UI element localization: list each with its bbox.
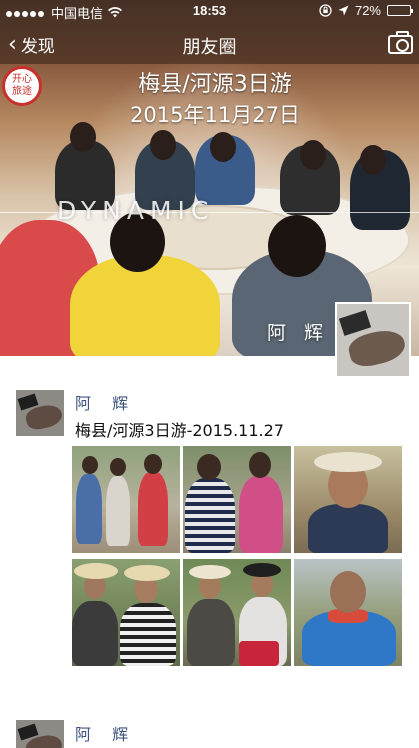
avatar-face-shape: [345, 325, 409, 371]
photo-figure: [120, 603, 176, 666]
battery-percent: 72%: [354, 3, 381, 18]
rotation-lock-icon: [319, 4, 332, 17]
cover-head: [70, 122, 96, 152]
photo-thumbnail[interactable]: [72, 446, 180, 553]
photo-figure: [72, 601, 118, 666]
photo-figure: [239, 476, 283, 553]
photo-thumbnail[interactable]: [183, 559, 291, 666]
cover-head: [210, 132, 236, 162]
overlay-text: DYNAMIC: [57, 196, 215, 225]
photo-thumbnail[interactable]: [72, 559, 180, 666]
photo-hat: [124, 565, 170, 581]
photo-thumbnail[interactable]: [294, 446, 402, 553]
post-author-name[interactable]: 阿 辉: [75, 721, 136, 745]
camera-icon[interactable]: [388, 31, 413, 54]
photo-figure: [187, 599, 235, 666]
status-bar: 中国电信 18:53 72%: [0, 0, 419, 22]
photo-thumbnail[interactable]: [294, 559, 402, 666]
cover-head: [268, 215, 326, 277]
cover-head: [300, 140, 326, 170]
photo-bag: [239, 641, 279, 666]
photo-grid: [72, 446, 403, 666]
avatar-card-shape: [338, 310, 372, 336]
photo-hat: [189, 565, 231, 579]
stamp-line2: 旅途: [12, 86, 32, 97]
photo-figure: [185, 478, 235, 553]
cover-avatar[interactable]: [335, 302, 411, 378]
post-avatar[interactable]: [16, 720, 64, 748]
stamp-line1: 开心: [12, 74, 32, 85]
photo-hat: [74, 563, 118, 579]
photo-head: [197, 454, 221, 480]
photo-figure: [106, 476, 130, 546]
location-arrow-icon: [338, 5, 349, 16]
cover-title-line1: 梅县/河源3日游: [138, 72, 292, 97]
cover-head: [150, 130, 176, 160]
cover-user-name[interactable]: 阿 辉: [267, 318, 329, 345]
photo-head: [330, 571, 366, 613]
photo-head: [82, 456, 98, 474]
battery-icon: [387, 5, 413, 16]
post-text: 梅县/河源3日游-2015.11.27: [75, 421, 284, 440]
cover-head: [360, 145, 386, 175]
photo-thumbnail[interactable]: [183, 446, 291, 553]
happy-trip-stamp: 开心 旅途: [2, 66, 42, 106]
photo-figure: [138, 472, 168, 546]
cover-title: 梅县/河源3日游 2015年11月27日: [95, 70, 335, 130]
post-author-name[interactable]: 阿 辉: [75, 390, 136, 414]
photo-head: [144, 454, 162, 474]
post-avatar[interactable]: [16, 390, 64, 436]
photo-figure: [76, 474, 102, 544]
photo-figure: [308, 504, 388, 553]
cover-title-line2: 2015年11月27日: [130, 103, 300, 127]
page-title: 朋友圈: [182, 37, 237, 58]
photo-hat: [314, 452, 382, 472]
photo-head: [249, 452, 271, 478]
photo-hat: [243, 563, 281, 577]
nav-bar: ‹ 发现 朋友圈: [0, 22, 419, 64]
photo-head: [110, 458, 126, 476]
